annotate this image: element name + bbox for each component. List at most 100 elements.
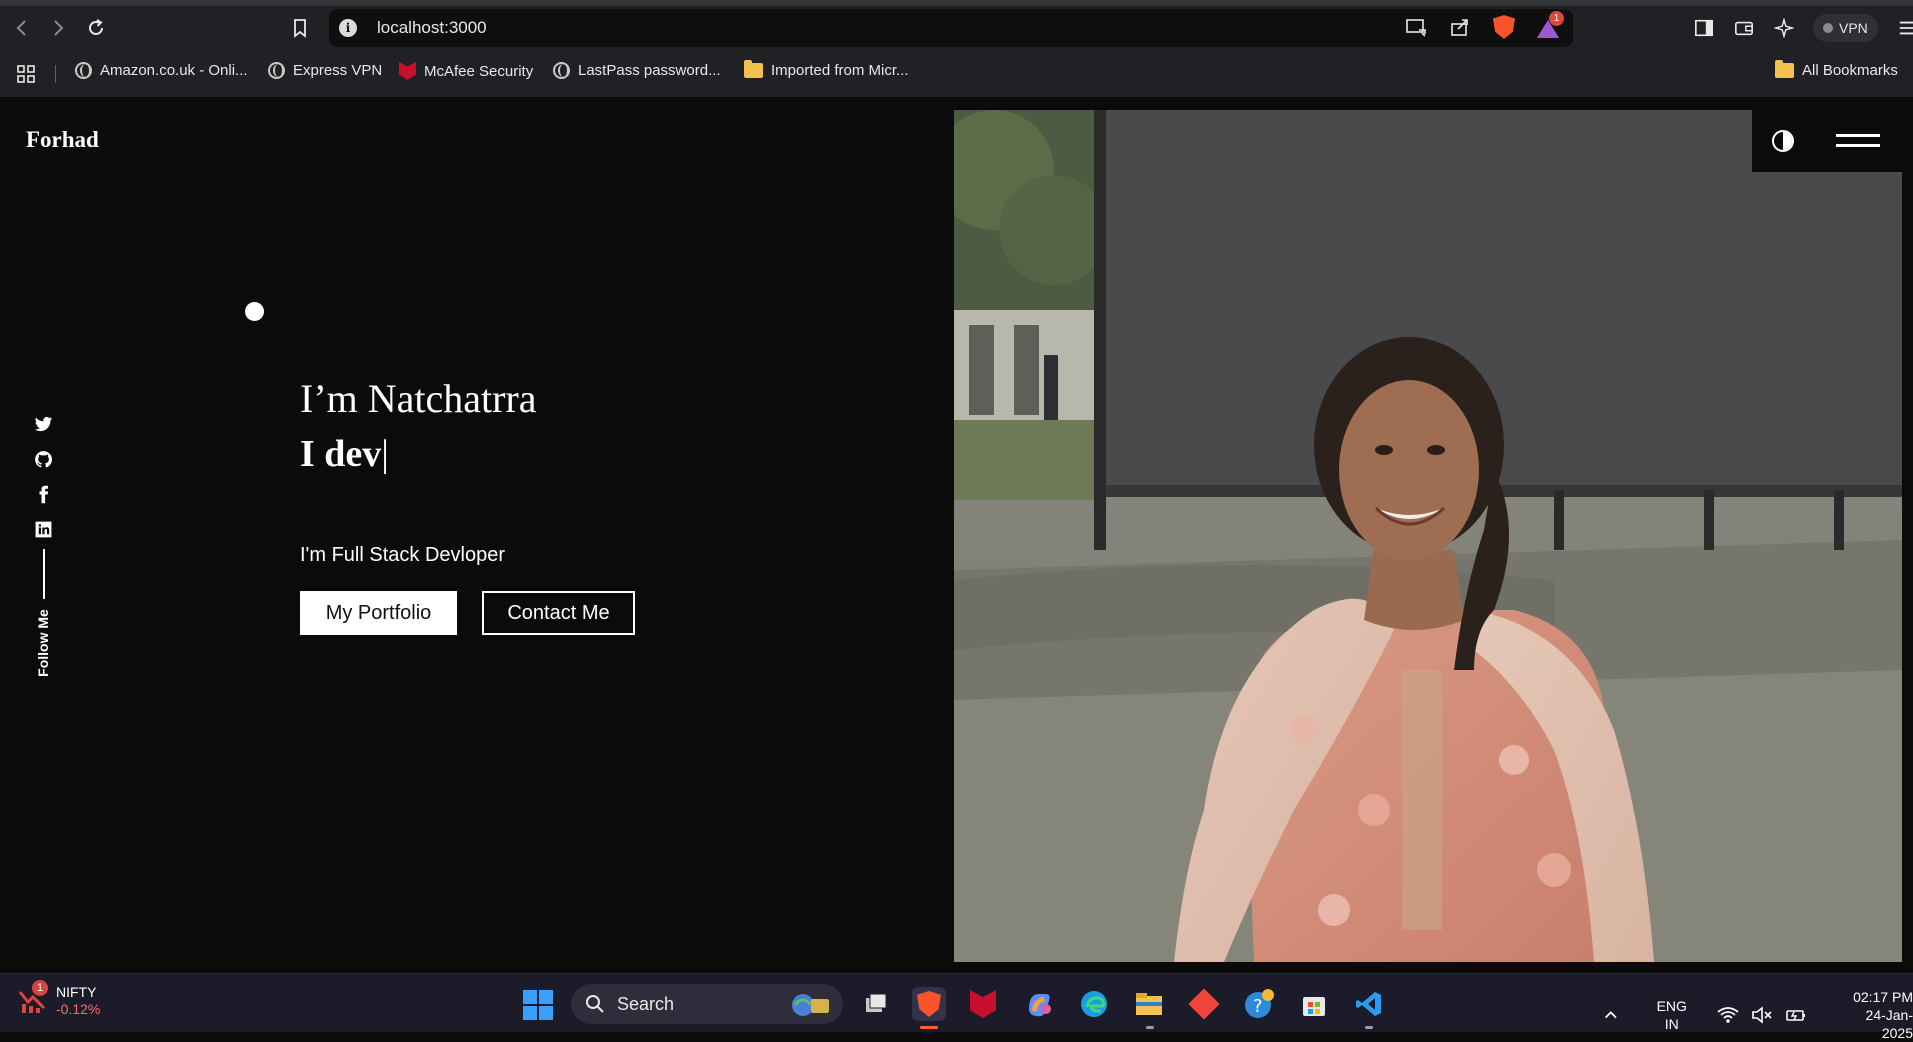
wifi-icon[interactable] <box>1717 1006 1739 1024</box>
battery-icon[interactable] <box>1785 1006 1807 1024</box>
site-logo[interactable]: Forhad <box>26 127 99 153</box>
folder-icon <box>1775 60 1794 78</box>
search-label: Search <box>617 993 675 1014</box>
language-indicator[interactable]: ENG IN <box>1657 997 1687 1033</box>
twitter-icon[interactable] <box>32 413 54 435</box>
microsoft-store-icon[interactable] <box>1297 987 1331 1021</box>
search-highlight-icon <box>792 994 829 1016</box>
chevron-left-icon <box>16 20 26 36</box>
taskbar-search[interactable]: Search <box>571 984 843 1024</box>
bookmarks-divider <box>55 65 56 83</box>
browser-chrome: i localhost:3000 1 VPN Amazon.co.uk - On… <box>0 0 1913 97</box>
windows-taskbar: 1 NIFTY -0.12% Search ? ENG IN 02:17 PM … <box>0 973 1913 1041</box>
bookmark-label: Amazon.co.uk - Onli... <box>100 62 248 79</box>
bookmark-imported-folder[interactable]: Imported from Micr... <box>744 60 909 79</box>
my-portfolio-button[interactable]: My Portfolio <box>300 591 457 635</box>
copilot-icon[interactable] <box>1022 987 1056 1021</box>
globe-icon <box>553 62 570 79</box>
brave-rewards-button[interactable]: 1 <box>1537 11 1564 38</box>
hamburger-menu-icon[interactable] <box>1836 133 1880 151</box>
facebook-icon[interactable] <box>32 483 54 505</box>
bookmark-label: Imported from Micr... <box>771 62 909 79</box>
start-button[interactable] <box>523 990 553 1020</box>
stock-label: NIFTY <box>56 984 97 1000</box>
volume-muted-icon[interactable] <box>1751 1006 1773 1024</box>
share-icon[interactable] <box>1449 16 1471 38</box>
brave-shields-button[interactable] <box>1493 15 1515 39</box>
leo-ai-icon[interactable] <box>1773 17 1795 39</box>
theme-toggle-icon[interactable] <box>1772 130 1794 152</box>
vscode-icon[interactable] <box>1352 987 1386 1021</box>
portrait-image <box>954 110 1902 962</box>
time-text: 02:17 PM <box>1853 989 1913 1005</box>
portfolio-page: Forhad I’m Natchatrra I dev| I'm Full St… <box>0 97 1913 973</box>
globe-icon <box>75 62 92 79</box>
bookmark-button[interactable] <box>286 14 314 42</box>
mcafee-taskbar-icon[interactable] <box>966 987 1000 1021</box>
rewards-badge: 1 <box>1549 11 1564 26</box>
follow-me-label: Follow Me <box>35 609 51 677</box>
anydesk-icon[interactable] <box>1187 987 1221 1021</box>
region-code: IN <box>1664 1016 1679 1032</box>
running-app-indicator <box>1146 1026 1154 1029</box>
svg-text:?: ? <box>1253 996 1263 1017</box>
page-controls <box>1752 110 1902 172</box>
vpn-button[interactable]: VPN <box>1813 14 1878 42</box>
chevron-up-icon[interactable] <box>1603 1006 1619 1024</box>
help-icon[interactable]: ? <box>1242 987 1276 1021</box>
stock-widget[interactable]: 1 NIFTY -0.12% <box>18 980 101 1018</box>
linkedin-icon[interactable] <box>32 518 54 540</box>
stock-change: -0.12% <box>56 1001 101 1017</box>
social-links <box>32 413 54 553</box>
follow-divider <box>43 549 45 599</box>
site-info-icon[interactable]: i <box>339 19 357 37</box>
bookmark-expressvpn[interactable]: Express VPN <box>268 62 382 79</box>
date-text: 24-Jan-2025 <box>1865 1007 1913 1041</box>
bookmarks-bar: Amazon.co.uk - Onli... Express VPN McAfe… <box>0 56 1913 92</box>
address-bar[interactable]: i localhost:3000 1 <box>329 9 1573 47</box>
bookmark-label: McAfee Security <box>424 62 534 80</box>
contact-me-button[interactable]: Contact Me <box>482 591 635 635</box>
search-icon <box>586 995 604 1013</box>
chevron-right-icon <box>54 20 64 36</box>
brave-taskbar-icon[interactable] <box>912 987 946 1021</box>
edge-icon[interactable] <box>1077 987 1111 1021</box>
stock-chart-icon: 1 <box>18 980 48 1014</box>
notification-badge: 1 <box>32 980 48 996</box>
hero-subtitle: I'm Full Stack Devloper <box>300 544 505 566</box>
bookmark-icon <box>294 19 306 38</box>
running-app-indicator <box>1365 1026 1373 1029</box>
apps-grid-icon[interactable] <box>16 64 36 84</box>
folder-icon <box>744 60 763 78</box>
rewards-icon: 1 <box>1537 11 1564 38</box>
cast-icon[interactable] <box>1405 16 1427 38</box>
all-bookmarks-folder[interactable]: All Bookmarks <box>1775 60 1898 79</box>
vpn-status-icon <box>1823 23 1833 33</box>
bookmark-lastpass[interactable]: LastPass password... <box>553 62 721 79</box>
active-app-indicator <box>920 1026 938 1029</box>
url-text[interactable]: localhost:3000 <box>377 18 487 38</box>
bookmark-amazon[interactable]: Amazon.co.uk - Onli... <box>75 62 248 79</box>
system-tray: ENG IN 02:17 PM 24-Jan-2025 <box>1603 988 1913 1042</box>
reload-button[interactable] <box>82 14 110 42</box>
bookmark-mcafee[interactable]: McAfee Security <box>399 62 533 80</box>
tab-strip <box>0 0 1913 6</box>
typed-text: I dev <box>300 433 382 475</box>
github-icon[interactable] <box>32 448 54 470</box>
menu-icon[interactable] <box>1896 17 1913 39</box>
task-view-icon[interactable] <box>859 987 893 1021</box>
all-bookmarks-label: All Bookmarks <box>1802 62 1898 79</box>
typing-caret: | <box>381 433 389 475</box>
language-code: ENG <box>1656 998 1687 1014</box>
sidebar-toggle-icon[interactable] <box>1693 17 1715 39</box>
profile-photo <box>954 110 1902 962</box>
wallet-icon[interactable] <box>1733 17 1755 39</box>
file-explorer-icon[interactable] <box>1132 987 1166 1021</box>
bookmark-label: LastPass password... <box>578 62 721 79</box>
back-button[interactable] <box>8 14 36 42</box>
hero-typewriter: I dev| <box>300 432 389 476</box>
bookmark-label: Express VPN <box>293 62 383 79</box>
forward-button[interactable] <box>44 14 72 42</box>
clock[interactable]: 02:17 PM 24-Jan-2025 <box>1845 988 1913 1042</box>
globe-icon <box>268 62 285 79</box>
